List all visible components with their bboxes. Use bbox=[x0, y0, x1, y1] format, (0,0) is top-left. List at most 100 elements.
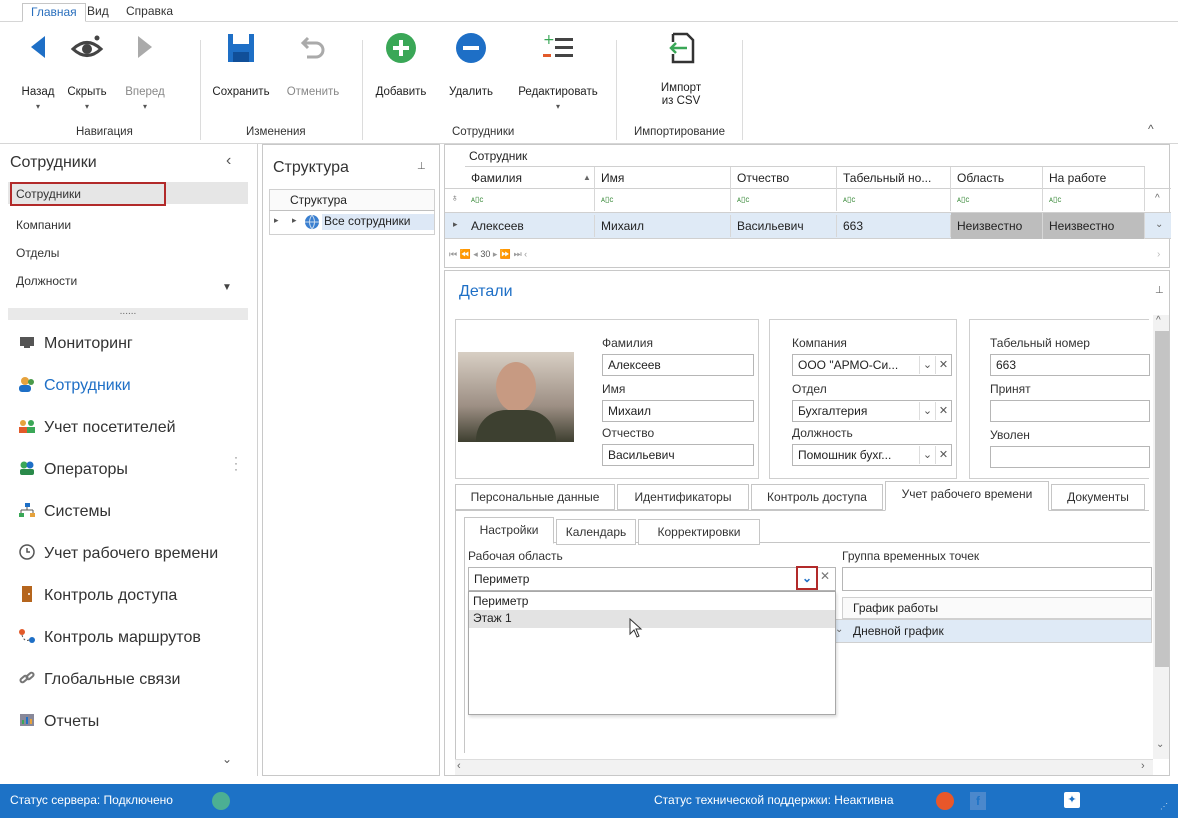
dropdown-option-perimeter[interactable]: Периметр bbox=[473, 594, 528, 608]
scroll-up-icon[interactable]: ^ bbox=[1155, 193, 1160, 204]
nav-monitoring[interactable]: Мониторинг bbox=[18, 330, 133, 358]
col-header-atwork[interactable]: На работе bbox=[1043, 167, 1145, 189]
col-header-tabnumber[interactable]: Табельный но... bbox=[837, 167, 951, 189]
nav-access-control[interactable]: Контроль доступа bbox=[18, 582, 177, 610]
filter-atwork[interactable]: ᴀ▯c bbox=[1043, 189, 1145, 211]
nav-more-icon[interactable]: ⌄ bbox=[222, 752, 232, 766]
col-header-lastname[interactable]: Фамилия ▲ bbox=[465, 167, 595, 189]
details-scrollbar[interactable]: ^ ⌄ bbox=[1153, 315, 1169, 759]
scroll-down-icon[interactable]: ⌄ bbox=[1156, 739, 1164, 750]
import-csv-button[interactable]: Импорт из CSV bbox=[640, 22, 722, 120]
pager-page-size[interactable]: 30 bbox=[480, 249, 490, 259]
clear-icon[interactable]: ✕ bbox=[820, 569, 830, 583]
schedule-row[interactable]: ⌄ Дневной график bbox=[834, 619, 1152, 643]
work-area-dropdown-button[interactable]: ⌄ bbox=[796, 566, 818, 590]
col-header-firstname[interactable]: Имя bbox=[595, 167, 731, 189]
edit-button[interactable]: + Редактировать ▾ bbox=[506, 22, 610, 120]
clear-icon[interactable]: ✕ bbox=[935, 446, 951, 464]
left-item-positions[interactable]: Должности bbox=[16, 274, 77, 288]
tab-help[interactable]: Справка bbox=[118, 3, 181, 22]
firstname-field[interactable]: Михаил bbox=[602, 400, 754, 422]
nav-time-tracking[interactable]: Учет рабочего времени bbox=[18, 540, 218, 568]
cell-firstname[interactable]: Михаил bbox=[595, 215, 731, 237]
subtab-calendar[interactable]: Календарь bbox=[556, 519, 636, 545]
collapse-ribbon-icon[interactable]: ^ bbox=[1148, 122, 1154, 136]
tree-row[interactable]: ▸ ▸ Все сотрудники bbox=[269, 211, 435, 235]
scroll-up-icon[interactable]: ^ bbox=[1156, 315, 1161, 326]
fired-field[interactable] bbox=[990, 446, 1150, 468]
pager-nav-icon[interactable]: ▸ ⏩ ⏭ ‹ bbox=[490, 249, 527, 259]
nav-employees[interactable]: Сотрудники bbox=[18, 372, 131, 400]
table-row[interactable]: ▸ Алексеев Михаил Васильевич 663 Неизвес… bbox=[445, 213, 1171, 239]
scroll-right-icon[interactable]: › bbox=[1141, 760, 1145, 772]
hide-button[interactable]: Скрыть ▾ bbox=[60, 22, 114, 120]
cell-area[interactable]: Неизвестно bbox=[951, 213, 1043, 239]
tab-home[interactable]: Главная bbox=[22, 3, 86, 22]
department-field[interactable]: Бухгалтерия ⌄ ✕ bbox=[792, 400, 952, 422]
col-header-middlename[interactable]: Отчество bbox=[731, 167, 837, 189]
dropdown-icon[interactable]: ⌄ bbox=[919, 446, 935, 464]
nav-route-control[interactable]: Контроль маршрутов bbox=[18, 624, 201, 652]
tree-node-all-employees[interactable]: Все сотрудники bbox=[322, 214, 434, 230]
undo-button[interactable]: Отменить bbox=[276, 22, 350, 120]
cell-atwork[interactable]: Неизвестно bbox=[1043, 213, 1145, 239]
dropdown-option-floor1[interactable]: Этаж 1 bbox=[473, 611, 512, 625]
subtab-settings[interactable]: Настройки bbox=[464, 517, 554, 544]
nav-visitors[interactable]: Учет посетителей bbox=[18, 414, 176, 442]
cell-tabnumber[interactable]: 663 bbox=[837, 215, 951, 237]
col-header-area[interactable]: Область bbox=[951, 167, 1043, 189]
company-field[interactable]: ООО "АРМО-Си... ⌄ ✕ bbox=[792, 354, 952, 376]
left-item-companies[interactable]: Компании bbox=[16, 218, 71, 232]
nav-global-links[interactable]: Глобальные связи bbox=[18, 666, 180, 694]
scroll-right-icon[interactable]: › bbox=[1157, 249, 1160, 260]
scroll-down-icon[interactable]: ⌄ bbox=[1155, 219, 1163, 230]
nav-operators[interactable]: Операторы bbox=[18, 456, 128, 484]
tabnumber-field[interactable]: 663 bbox=[990, 354, 1150, 376]
tab-personal-data[interactable]: Персональные данные bbox=[455, 484, 615, 510]
collapse-panel-icon[interactable]: ‹ bbox=[226, 152, 231, 170]
add-button[interactable]: Добавить bbox=[368, 22, 434, 120]
tab-access-control[interactable]: Контроль доступа bbox=[751, 484, 883, 510]
scroll-left-icon[interactable]: ‹ bbox=[457, 760, 461, 772]
dropdown-icon[interactable]: ⌄ bbox=[919, 356, 935, 374]
dropdown-icon[interactable]: ⌄ bbox=[919, 402, 935, 420]
expand-icon[interactable]: ▸ bbox=[292, 215, 297, 226]
facebook-icon[interactable]: f bbox=[970, 792, 986, 810]
horizontal-scrollbar[interactable]: ‹ › bbox=[455, 759, 1153, 775]
filter-area[interactable]: ᴀ▯c bbox=[951, 189, 1043, 211]
cell-lastname[interactable]: Алексеев bbox=[465, 215, 595, 237]
position-field[interactable]: Помошник бухг... ⌄ ✕ bbox=[792, 444, 952, 466]
scroll-down-icon[interactable]: ▼ bbox=[222, 282, 232, 293]
middlename-field[interactable]: Васильевич bbox=[602, 444, 754, 466]
left-item-employees[interactable]: Сотрудники bbox=[16, 187, 81, 201]
hired-field[interactable] bbox=[990, 400, 1150, 422]
tab-view[interactable]: Вид bbox=[79, 3, 117, 22]
resize-grip-icon[interactable]: ⋰ bbox=[1160, 802, 1168, 811]
save-button[interactable]: Сохранить bbox=[206, 22, 276, 120]
work-area-select[interactable]: Периметр bbox=[468, 567, 836, 591]
forward-button[interactable]: Вперед ▾ bbox=[114, 22, 176, 120]
nav-systems[interactable]: Системы bbox=[18, 498, 111, 526]
tab-time-tracking[interactable]: Учет рабочего времени bbox=[885, 481, 1049, 511]
time-points-field[interactable] bbox=[842, 567, 1152, 591]
back-button[interactable]: Назад ▾ bbox=[16, 22, 60, 120]
pin-icon[interactable]: ⊥ bbox=[1155, 285, 1164, 296]
pager-nav-icon[interactable]: ⏮ ⏪ ◂ bbox=[449, 249, 480, 259]
filter-middlename[interactable]: ᴀ▯c bbox=[731, 189, 837, 211]
subtab-corrections[interactable]: Корректировки bbox=[638, 519, 760, 545]
delete-button[interactable]: Удалить bbox=[438, 22, 504, 120]
cell-middlename[interactable]: Васильевич bbox=[731, 215, 837, 237]
filter-tabnumber[interactable]: ᴀ▯c bbox=[837, 189, 951, 211]
twitter-icon[interactable]: ✦ bbox=[1064, 792, 1080, 808]
scrollbar-thumb[interactable] bbox=[1155, 331, 1169, 667]
pin-icon[interactable]: ⊥ bbox=[417, 161, 426, 172]
clear-icon[interactable]: ✕ bbox=[935, 356, 951, 374]
nav-reports[interactable]: Отчеты bbox=[18, 708, 99, 736]
tab-documents[interactable]: Документы bbox=[1051, 484, 1145, 510]
clear-icon[interactable]: ✕ bbox=[935, 402, 951, 420]
splitter-handle[interactable]: ...... bbox=[8, 307, 248, 320]
tab-identifiers[interactable]: Идентификаторы bbox=[617, 484, 749, 510]
panel-resize-grip[interactable]: · · · bbox=[234, 451, 238, 475]
filter-lastname[interactable]: ᴀ▯c bbox=[465, 189, 595, 211]
left-item-departments[interactable]: Отделы bbox=[16, 246, 59, 260]
